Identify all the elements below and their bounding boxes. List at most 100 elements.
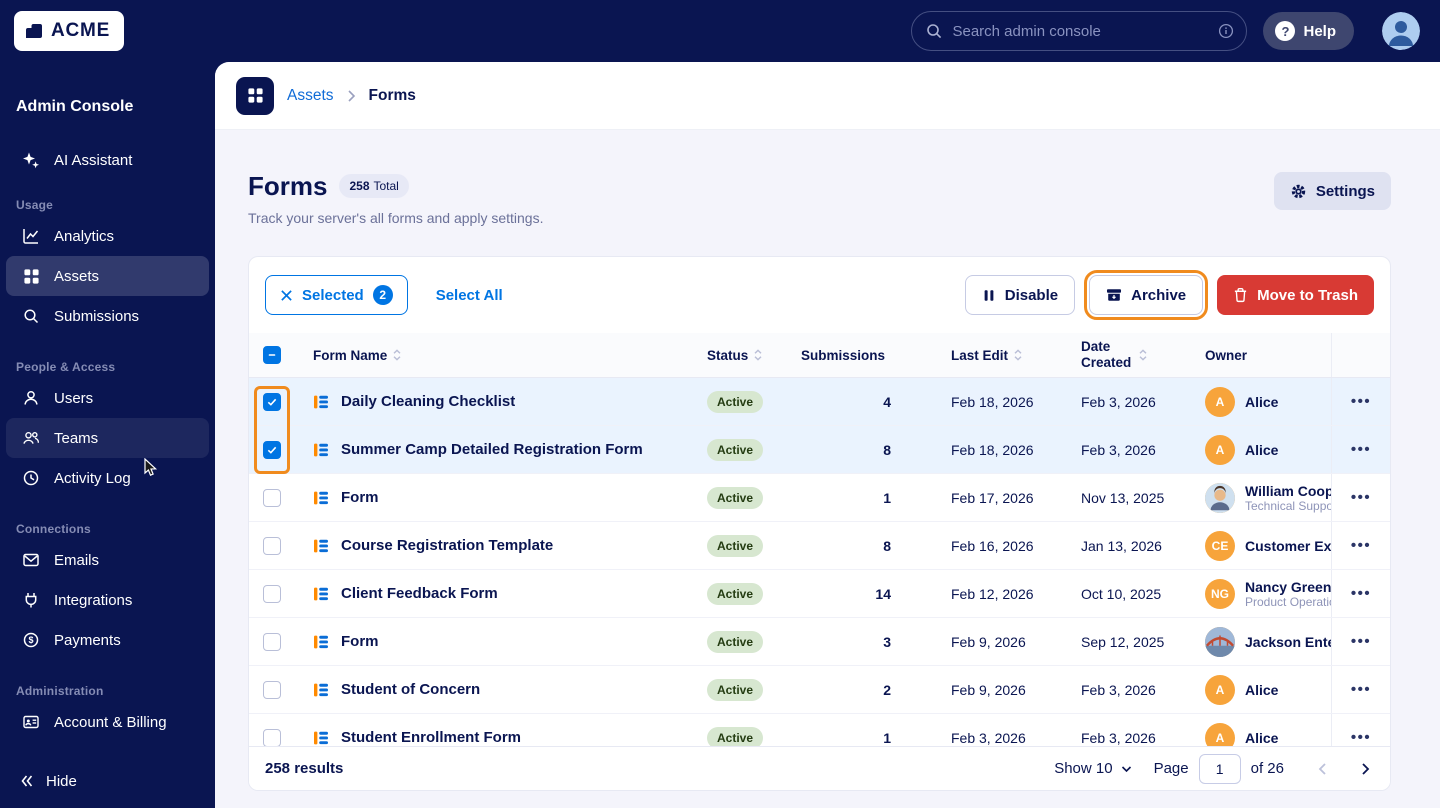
row-checkbox[interactable] <box>263 728 281 747</box>
gear-icon <box>1290 183 1307 200</box>
user-avatar[interactable] <box>1382 12 1420 50</box>
hide-sidebar-button[interactable]: Hide <box>10 766 85 796</box>
table-row[interactable]: Daily Cleaning Checklist Active 4 Feb 18… <box>249 378 1390 426</box>
form-name[interactable]: Summer Camp Detailed Registration Form <box>341 441 643 458</box>
sidebar-item-submissions[interactable]: Submissions <box>6 296 209 336</box>
status-badge: Active <box>707 438 764 461</box>
table-row[interactable]: Form Active 3 Feb 9, 2026 Sep 12, 2025 J… <box>249 618 1390 666</box>
submissions-count: 8 <box>883 441 891 458</box>
search-input[interactable] <box>911 11 1248 51</box>
owner-avatar: A <box>1205 674 1235 705</box>
payments-icon: $ <box>22 631 40 649</box>
owner-name: Customer Experience <box>1245 537 1331 554</box>
selected-count-badge: 2 <box>372 285 393 305</box>
close-icon <box>280 289 293 302</box>
page-size-dropdown[interactable]: Show 10 <box>1054 760 1131 777</box>
help-button[interactable]: ? Help <box>1263 12 1354 50</box>
more-actions-button[interactable]: ••• <box>1351 681 1371 698</box>
hide-label: Hide <box>46 772 77 790</box>
sidebar-item-payments[interactable]: $ Payments <box>6 620 209 660</box>
form-name[interactable]: Form <box>341 633 379 650</box>
previous-page-button[interactable] <box>1314 758 1331 780</box>
section-label-administration: Administration <box>16 684 104 698</box>
date-created: Feb 3, 2026 <box>1081 729 1156 746</box>
sidebar-item-emails[interactable]: Emails <box>6 540 209 580</box>
column-header-owner: Owner <box>1205 347 1248 363</box>
row-checkbox[interactable] <box>263 440 281 459</box>
actions-column-header <box>1331 333 1390 377</box>
more-actions-button[interactable]: ••• <box>1351 393 1371 410</box>
logo-icon <box>24 21 44 41</box>
sidebar-item-integrations[interactable]: Integrations <box>6 580 209 620</box>
column-header-date-created[interactable]: Date Created <box>1035 339 1161 370</box>
breadcrumb-current: Forms <box>368 86 416 104</box>
more-actions-button[interactable]: ••• <box>1351 585 1371 602</box>
clear-selection-button[interactable]: Selected 2 <box>265 275 408 315</box>
trash-icon <box>1233 287 1248 303</box>
move-to-trash-button[interactable]: Move to Trash <box>1217 275 1374 315</box>
envelope-icon <box>22 551 40 569</box>
more-actions-button[interactable]: ••• <box>1351 489 1371 506</box>
table-row[interactable]: Course Registration Template Active 8 Fe… <box>249 522 1390 570</box>
select-all-link[interactable]: Select All <box>436 287 503 304</box>
form-icon <box>313 394 329 410</box>
archive-button[interactable]: Archive <box>1084 270 1209 320</box>
section-label-usage: Usage <box>16 198 54 212</box>
row-checkbox[interactable] <box>263 536 281 555</box>
page-number-input[interactable] <box>1198 753 1241 784</box>
owner-name: Alice <box>1245 729 1279 746</box>
section-label-people: People & Access <box>16 360 116 374</box>
settings-button[interactable]: Settings <box>1273 172 1391 210</box>
sidebar-item-users[interactable]: Users <box>6 378 209 418</box>
select-all-checkbox[interactable] <box>263 346 281 364</box>
more-actions-button[interactable]: ••• <box>1351 441 1371 458</box>
column-header-submissions[interactable]: Submissions <box>801 348 899 363</box>
form-name[interactable]: Student of Concern <box>341 681 480 698</box>
row-checkbox[interactable] <box>263 488 281 507</box>
column-header-last-edit[interactable]: Last Edit <box>899 348 1035 363</box>
help-label: Help <box>1303 22 1336 40</box>
sidebar-item-assets[interactable]: Assets <box>6 256 209 296</box>
breadcrumb-assets-link[interactable]: Assets <box>287 87 334 105</box>
more-actions-button[interactable]: ••• <box>1351 633 1371 650</box>
status-badge: Active <box>707 390 764 413</box>
info-icon[interactable] <box>1218 23 1234 39</box>
next-page-button[interactable] <box>1357 758 1374 780</box>
form-name[interactable]: Course Registration Template <box>341 537 553 554</box>
column-header-form-name[interactable]: Form Name <box>295 348 695 363</box>
row-checkbox[interactable] <box>263 680 281 699</box>
row-checkbox[interactable] <box>263 584 281 603</box>
row-checkbox[interactable] <box>263 392 281 411</box>
submissions-count: 14 <box>875 585 891 602</box>
sidebar-item-account-billing[interactable]: Account & Billing <box>6 702 209 742</box>
column-header-status[interactable]: Status <box>695 348 803 363</box>
sidebar-item-activity-log[interactable]: Activity Log <box>6 458 209 498</box>
table-row[interactable]: Summer Camp Detailed Registration Form A… <box>249 426 1390 474</box>
table-row[interactable]: Form Active 1 Feb 17, 2026 Nov 13, 2025 … <box>249 474 1390 522</box>
sidebar-item-ai-assistant[interactable]: AI Assistant <box>6 140 209 180</box>
more-actions-button[interactable]: ••• <box>1351 729 1371 746</box>
sidebar-item-label: Analytics <box>54 227 115 245</box>
row-checkbox[interactable] <box>263 632 281 651</box>
submissions-count: 4 <box>883 393 891 410</box>
sidebar-item-analytics[interactable]: Analytics <box>6 216 209 256</box>
disable-button[interactable]: Disable <box>964 275 1076 315</box>
form-name[interactable]: Form <box>341 489 379 506</box>
last-edit-date: Feb 17, 2026 <box>951 489 1034 506</box>
more-actions-button[interactable]: ••• <box>1351 537 1371 554</box>
form-icon <box>313 490 329 506</box>
form-name[interactable]: Daily Cleaning Checklist <box>341 393 515 410</box>
sidebar-item-label: Activity Log <box>54 469 131 487</box>
form-name[interactable]: Client Feedback Form <box>341 585 498 602</box>
user-icon <box>22 389 40 407</box>
table-row[interactable]: Student of Concern Active 2 Feb 9, 2026 … <box>249 666 1390 714</box>
table-row[interactable]: Client Feedback Form Active 14 Feb 12, 2… <box>249 570 1390 618</box>
acme-logo[interactable]: ACME <box>14 11 125 51</box>
double-chevron-left-icon <box>18 772 36 790</box>
form-icon <box>313 682 329 698</box>
sidebar-item-label: Users <box>54 389 94 407</box>
sidebar-item-teams[interactable]: Teams <box>6 418 209 458</box>
activity-log-icon <box>22 469 40 487</box>
form-name[interactable]: Student Enrollment Form <box>341 729 521 746</box>
status-badge: Active <box>707 534 764 557</box>
